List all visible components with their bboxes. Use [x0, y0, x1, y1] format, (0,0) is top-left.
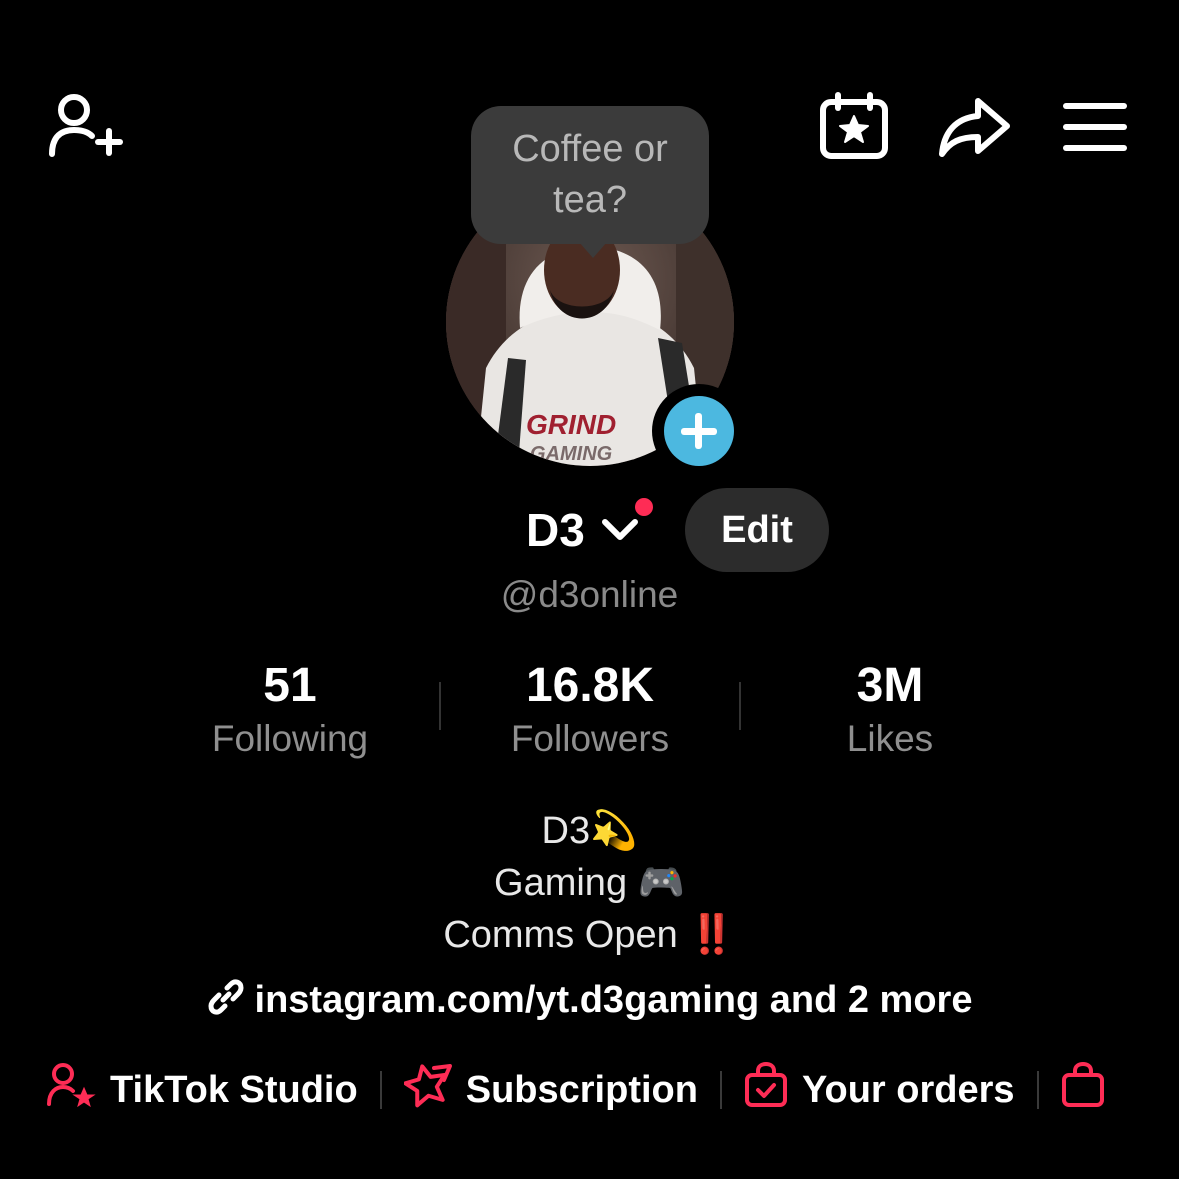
- bio-line-3: Comms Open ‼️: [0, 908, 1179, 961]
- dizzy-star-emoji: 💫: [590, 808, 638, 852]
- display-name[interactable]: D3: [526, 500, 585, 560]
- menu-button[interactable]: [1062, 100, 1128, 154]
- tooltip-tail: [579, 242, 607, 258]
- stat-value: 16.8K: [525, 659, 655, 712]
- link-icon: [207, 979, 255, 1021]
- calendar-star-icon: [818, 92, 890, 160]
- shopping-bag-check-icon: [744, 1062, 802, 1118]
- stat-label: Following: [211, 718, 369, 759]
- double-exclamation-emoji: ‼️: [688, 912, 736, 956]
- hamburger-menu-icon: [1062, 100, 1128, 154]
- bio-line-2: Gaming 🎮: [0, 856, 1179, 909]
- game-controller-emoji: 🎮: [637, 860, 685, 904]
- stat-value: 51: [263, 659, 317, 712]
- tiktok-studio-shortcut[interactable]: TikTok Studio: [46, 1062, 358, 1118]
- bio-line-1: D3💫: [0, 804, 1179, 857]
- person-add-icon: [46, 92, 124, 162]
- shortcut-label: Subscription: [465, 1068, 698, 1111]
- bio-text: D3: [541, 810, 591, 852]
- your-orders-shortcut[interactable]: Your orders: [744, 1062, 1015, 1118]
- status-tooltip[interactable]: Coffee or tea?: [471, 106, 709, 258]
- shortcut-divider: [1036, 1071, 1039, 1109]
- shortcut-label: Your orders: [801, 1068, 1015, 1111]
- stat-label: Followers: [510, 718, 670, 759]
- edit-profile-button[interactable]: Edit: [685, 488, 829, 572]
- share-arrow-icon: [938, 96, 1012, 158]
- tooltip-line-2: tea?: [553, 179, 627, 221]
- more-shortcut[interactable]: [1061, 1062, 1119, 1118]
- svg-text:GRIND: GRIND: [526, 409, 616, 440]
- shortcut-divider: [719, 1071, 722, 1109]
- person-star-icon: [46, 1062, 110, 1118]
- shortcut-divider: [379, 1071, 382, 1109]
- notification-dot: [631, 494, 657, 520]
- tooltip-line-1: Coffee or: [512, 128, 668, 170]
- stat-followers[interactable]: 16.8K Followers: [440, 656, 740, 762]
- shortcuts-bar: TikTok Studio Subscription Your orders: [46, 1060, 1119, 1120]
- star-badge-icon: [403, 1062, 466, 1118]
- stat-following[interactable]: 51 Following: [140, 656, 440, 762]
- bio-text: Comms Open: [443, 914, 678, 956]
- svg-text:GAMING: GAMING: [530, 443, 612, 465]
- username: @d3online: [500, 574, 679, 615]
- link-text: instagram.com/yt.d3gaming and 2 more: [254, 979, 973, 1021]
- add-story-button[interactable]: [652, 384, 746, 478]
- bio-link[interactable]: instagram.com/yt.d3gaming and 2 more: [0, 972, 1179, 1028]
- stat-value: 3M: [856, 659, 924, 712]
- add-friend-button[interactable]: [46, 92, 124, 162]
- shortcut-label: TikTok Studio: [110, 1068, 358, 1111]
- share-button[interactable]: [938, 96, 1012, 158]
- stat-likes[interactable]: 3M Likes: [740, 656, 1040, 762]
- subscription-shortcut[interactable]: Subscription: [403, 1062, 698, 1118]
- calendar-button[interactable]: [818, 92, 890, 160]
- plus-icon: [664, 396, 734, 466]
- bio-text: Gaming: [494, 862, 628, 904]
- stat-label: Likes: [846, 718, 934, 759]
- chevron-down-icon[interactable]: [600, 515, 640, 545]
- shopping-bag-icon: [1061, 1062, 1119, 1118]
